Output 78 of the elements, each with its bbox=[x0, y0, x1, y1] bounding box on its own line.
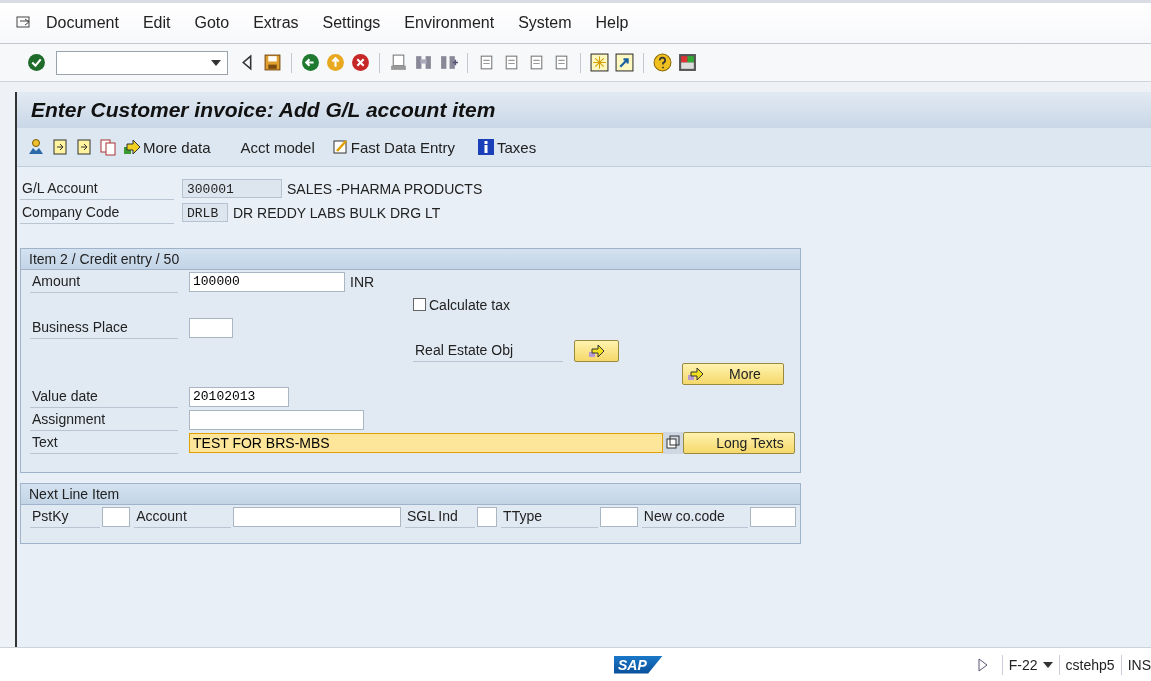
field-label: G/L Account bbox=[20, 177, 174, 200]
input-field[interactable] bbox=[750, 506, 796, 527]
back-icon[interactable] bbox=[301, 53, 320, 72]
field-label: Account bbox=[134, 505, 231, 528]
group-title: Item 2 / Credit entry / 50 bbox=[21, 249, 800, 270]
expand-triangle-icon[interactable] bbox=[977, 657, 988, 672]
business-place-field[interactable] bbox=[189, 317, 233, 338]
person-icon[interactable] bbox=[27, 138, 45, 156]
server-name: cstehp5 bbox=[1065, 656, 1115, 673]
field-description: SALES -PHARMA PRODUCTS bbox=[287, 180, 483, 197]
checkbox-label: Calculate tax bbox=[429, 296, 510, 313]
input-field[interactable] bbox=[232, 506, 401, 527]
more-button[interactable]: More bbox=[682, 362, 784, 385]
find-icon[interactable] bbox=[414, 53, 433, 72]
field-description: DR REDDY LABS BULK DRG LT bbox=[233, 204, 441, 221]
info-icon bbox=[476, 138, 495, 156]
taxes-button[interactable]: Taxes bbox=[476, 138, 537, 156]
menu-item[interactable]: Environment bbox=[404, 14, 495, 32]
print-icon[interactable] bbox=[389, 53, 408, 72]
arrow-icon bbox=[587, 343, 606, 358]
dropdown-icon[interactable] bbox=[1042, 661, 1053, 668]
menu-item[interactable]: System bbox=[518, 14, 572, 32]
insert-mode: INS bbox=[1127, 656, 1151, 673]
value-date-field[interactable]: 20102013 bbox=[189, 386, 289, 407]
readonly-field: DRLB bbox=[182, 203, 228, 222]
field-label: TType bbox=[501, 505, 598, 528]
menu-item[interactable]: Help bbox=[595, 14, 629, 32]
document-icon[interactable] bbox=[75, 138, 93, 156]
arrow-button[interactable] bbox=[574, 339, 619, 362]
field-label: Assignment bbox=[30, 408, 178, 431]
document-icon[interactable] bbox=[51, 138, 69, 156]
find-next-icon[interactable] bbox=[439, 53, 458, 72]
sap-logo: SAP bbox=[614, 655, 663, 674]
field-label: Real Estate Obj bbox=[413, 339, 563, 362]
field-label: PstKy bbox=[30, 505, 101, 528]
dropdown-icon[interactable] bbox=[211, 59, 221, 66]
assignment-field[interactable] bbox=[189, 409, 364, 430]
amount-field[interactable]: 100000 bbox=[189, 271, 345, 292]
field-label: Value date bbox=[30, 385, 178, 408]
pencil-icon bbox=[330, 138, 349, 156]
menu-item[interactable]: Goto bbox=[194, 14, 230, 32]
arrow-icon bbox=[687, 366, 705, 381]
fast-data-entry-button[interactable]: Fast Data Entry bbox=[330, 138, 455, 156]
field-label: Amount bbox=[30, 270, 178, 293]
save-icon[interactable] bbox=[263, 53, 282, 72]
screen-title: Enter Customer invoice: Add G/L account item bbox=[31, 98, 496, 122]
command-field[interactable] bbox=[56, 50, 228, 75]
new-session-icon[interactable] bbox=[590, 53, 609, 72]
field-label: Text bbox=[30, 431, 178, 454]
more-data-button[interactable]: More data bbox=[123, 138, 211, 156]
long-texts-button[interactable]: Long Texts bbox=[683, 431, 795, 454]
checkbox[interactable] bbox=[413, 298, 426, 311]
menu-item[interactable]: Edit bbox=[142, 14, 171, 32]
checkmark-icon[interactable] bbox=[27, 53, 46, 72]
currency-label: INR bbox=[350, 273, 375, 290]
shortcut-icon[interactable] bbox=[615, 53, 634, 72]
input-field[interactable] bbox=[102, 506, 131, 527]
cancel-icon[interactable] bbox=[351, 53, 370, 72]
menu-item[interactable]: Document bbox=[46, 14, 119, 32]
menu-item[interactable]: Settings bbox=[322, 14, 381, 32]
menu-item[interactable]: Extras bbox=[253, 14, 299, 32]
field-label: New co.code bbox=[641, 505, 748, 528]
field-label: SGL Ind bbox=[404, 505, 476, 528]
input-field[interactable] bbox=[477, 506, 498, 527]
layout-icon[interactable] bbox=[678, 53, 697, 72]
input-field[interactable] bbox=[599, 506, 638, 527]
text-field[interactable]: TEST FOR BRS-MBS bbox=[189, 432, 663, 453]
menu-icon[interactable] bbox=[16, 16, 32, 30]
readonly-field: 300001 bbox=[182, 179, 282, 198]
copy-icon[interactable] bbox=[99, 138, 117, 156]
expand-icon[interactable] bbox=[663, 431, 683, 454]
help-icon[interactable] bbox=[653, 53, 672, 72]
field-label: Company Code bbox=[20, 201, 174, 224]
group-title: Next Line Item bbox=[21, 484, 800, 505]
transaction-code[interactable]: F-22 bbox=[1008, 656, 1038, 673]
field-label: Business Place bbox=[30, 316, 178, 339]
arrow-icon bbox=[123, 138, 141, 156]
acct-model-button[interactable]: Acct model bbox=[240, 138, 315, 156]
